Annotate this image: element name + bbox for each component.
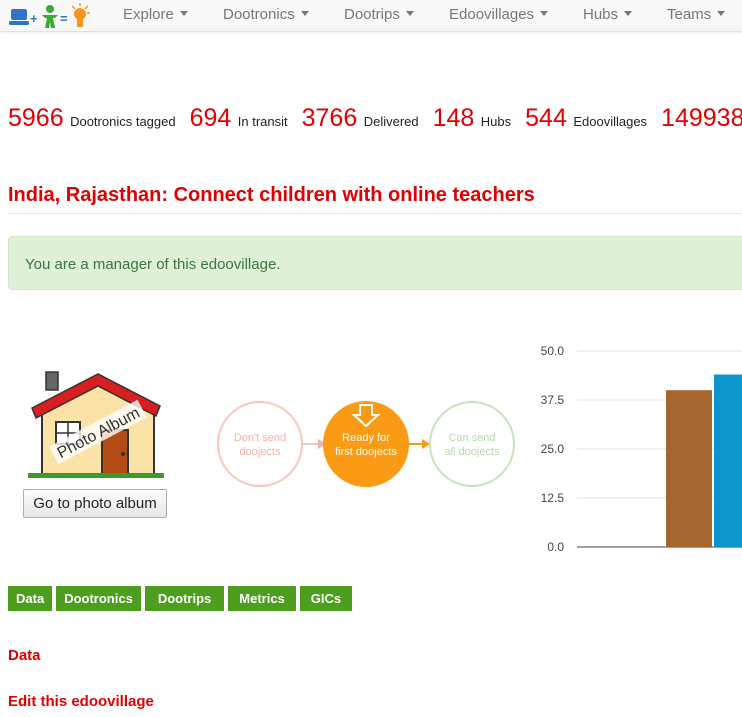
stat-label: Edoovillages bbox=[573, 114, 648, 129]
chevron-down-icon bbox=[624, 11, 633, 16]
nav-dootrips[interactable]: Dootrips bbox=[344, 6, 414, 23]
stage-2-line2: first doojects bbox=[335, 446, 397, 458]
chart-bar bbox=[666, 390, 712, 547]
edit-edoovillage-link[interactable]: Edit this edoovillage bbox=[8, 693, 154, 710]
stat-value: 694 bbox=[189, 104, 232, 132]
nav-teams-label: Teams bbox=[667, 6, 712, 23]
svg-text:+: + bbox=[30, 11, 38, 26]
y-tick-label: 37.5 bbox=[541, 393, 565, 407]
nav-hubs-label: Hubs bbox=[583, 6, 619, 23]
photo-album-image[interactable]: Photo Album bbox=[26, 370, 166, 480]
tab-dootrips[interactable]: Dootrips bbox=[144, 586, 225, 611]
data-section-link[interactable]: Data bbox=[8, 647, 41, 664]
top-navbar: + = Explore Dootronics Dootrips Edoovill… bbox=[0, 0, 742, 32]
svg-text:=: = bbox=[60, 11, 68, 26]
page-title: India, Rajasthan: Connect children with … bbox=[8, 184, 535, 206]
person-icon bbox=[46, 5, 54, 13]
stage-can-send-all: Can send all doojects bbox=[429, 401, 515, 487]
y-tick-label: 50.0 bbox=[541, 344, 565, 358]
nav-explore[interactable]: Explore bbox=[123, 6, 188, 23]
y-tick-label: 0.0 bbox=[547, 540, 564, 554]
tab-gics[interactable]: GICs bbox=[299, 586, 353, 611]
stat-value: 544 bbox=[525, 104, 567, 132]
stats-bar: 5966 Dootronics tagged 694 In transit 37… bbox=[8, 104, 742, 133]
chevron-down-icon bbox=[179, 11, 188, 16]
stat-dootronics-tagged: 5966 Dootronics tagged bbox=[8, 104, 176, 133]
stage-3-line2: all doojects bbox=[444, 446, 500, 458]
stat-value: 148 bbox=[432, 104, 475, 132]
lightbulb-icon bbox=[74, 8, 86, 20]
section-tabs: Data Dootronics Dootrips Metrics GICs bbox=[8, 586, 356, 611]
stat-hubs: 148 Hubs bbox=[433, 104, 512, 133]
stage-ready-for-first: Ready for first doojects bbox=[323, 401, 409, 487]
manager-alert: You are a manager of this edoovillage. bbox=[8, 236, 742, 290]
nav-dootrips-label: Dootrips bbox=[344, 6, 400, 23]
stat-value: 3766 bbox=[301, 104, 358, 132]
stage-3-line1: Can send bbox=[448, 432, 495, 444]
chevron-down-icon bbox=[540, 11, 549, 16]
stat-value: 5966 bbox=[8, 104, 64, 132]
computer-icon bbox=[11, 9, 27, 20]
stat-label: Hubs bbox=[480, 114, 512, 129]
nav-explore-label: Explore bbox=[123, 6, 174, 23]
stat-in-transit: 694 In transit bbox=[190, 104, 288, 133]
bar-chart: 50.0 37.5 25.0 12.5 0.0 bbox=[541, 344, 742, 554]
nav-hubs[interactable]: Hubs bbox=[583, 6, 633, 23]
nav-edoovillages-label: Edoovillages bbox=[449, 6, 535, 23]
tab-metrics[interactable]: Metrics bbox=[228, 586, 296, 611]
arrow-head-icon bbox=[422, 439, 430, 449]
y-tick-label: 25.0 bbox=[541, 442, 565, 456]
title-divider bbox=[8, 213, 742, 214]
chart-bar bbox=[714, 374, 742, 547]
go-to-photo-album-button[interactable]: Go to photo album bbox=[23, 489, 167, 518]
status-stages: Don't send doojects Ready for first dooj… bbox=[217, 401, 515, 487]
tab-dootronics[interactable]: Dootronics bbox=[56, 586, 141, 611]
stat-delivered: 3766 Delivered bbox=[302, 104, 419, 133]
stage-2-line1: Ready for bbox=[342, 432, 390, 444]
stat-label: In transit bbox=[237, 114, 288, 129]
stat-total: 149938 bbox=[661, 104, 742, 133]
stat-label: Delivered bbox=[363, 114, 419, 129]
nav-teams[interactable]: Teams bbox=[667, 6, 726, 23]
stage-dont-send: Don't send doojects bbox=[217, 401, 303, 487]
site-logo[interactable]: + = bbox=[8, 3, 98, 30]
alert-text: You are a manager of this edoovillage. bbox=[25, 256, 281, 273]
tab-data[interactable]: Data bbox=[8, 586, 53, 611]
stage-1-line1: Don't send bbox=[234, 432, 286, 444]
stage-1-line2: doojects bbox=[240, 446, 281, 458]
chevron-down-icon bbox=[300, 11, 309, 16]
chevron-down-icon bbox=[405, 11, 414, 16]
nav-dootronics[interactable]: Dootronics bbox=[223, 6, 309, 23]
stat-edoovillages: 544 Edoovillages bbox=[525, 104, 647, 133]
stat-label: Dootronics tagged bbox=[70, 114, 176, 129]
nav-edoovillages[interactable]: Edoovillages bbox=[449, 6, 549, 23]
stat-value: 149938 bbox=[661, 104, 742, 132]
chevron-down-icon bbox=[717, 11, 726, 16]
nav-dootronics-label: Dootronics bbox=[223, 6, 295, 23]
y-tick-label: 12.5 bbox=[541, 491, 565, 505]
